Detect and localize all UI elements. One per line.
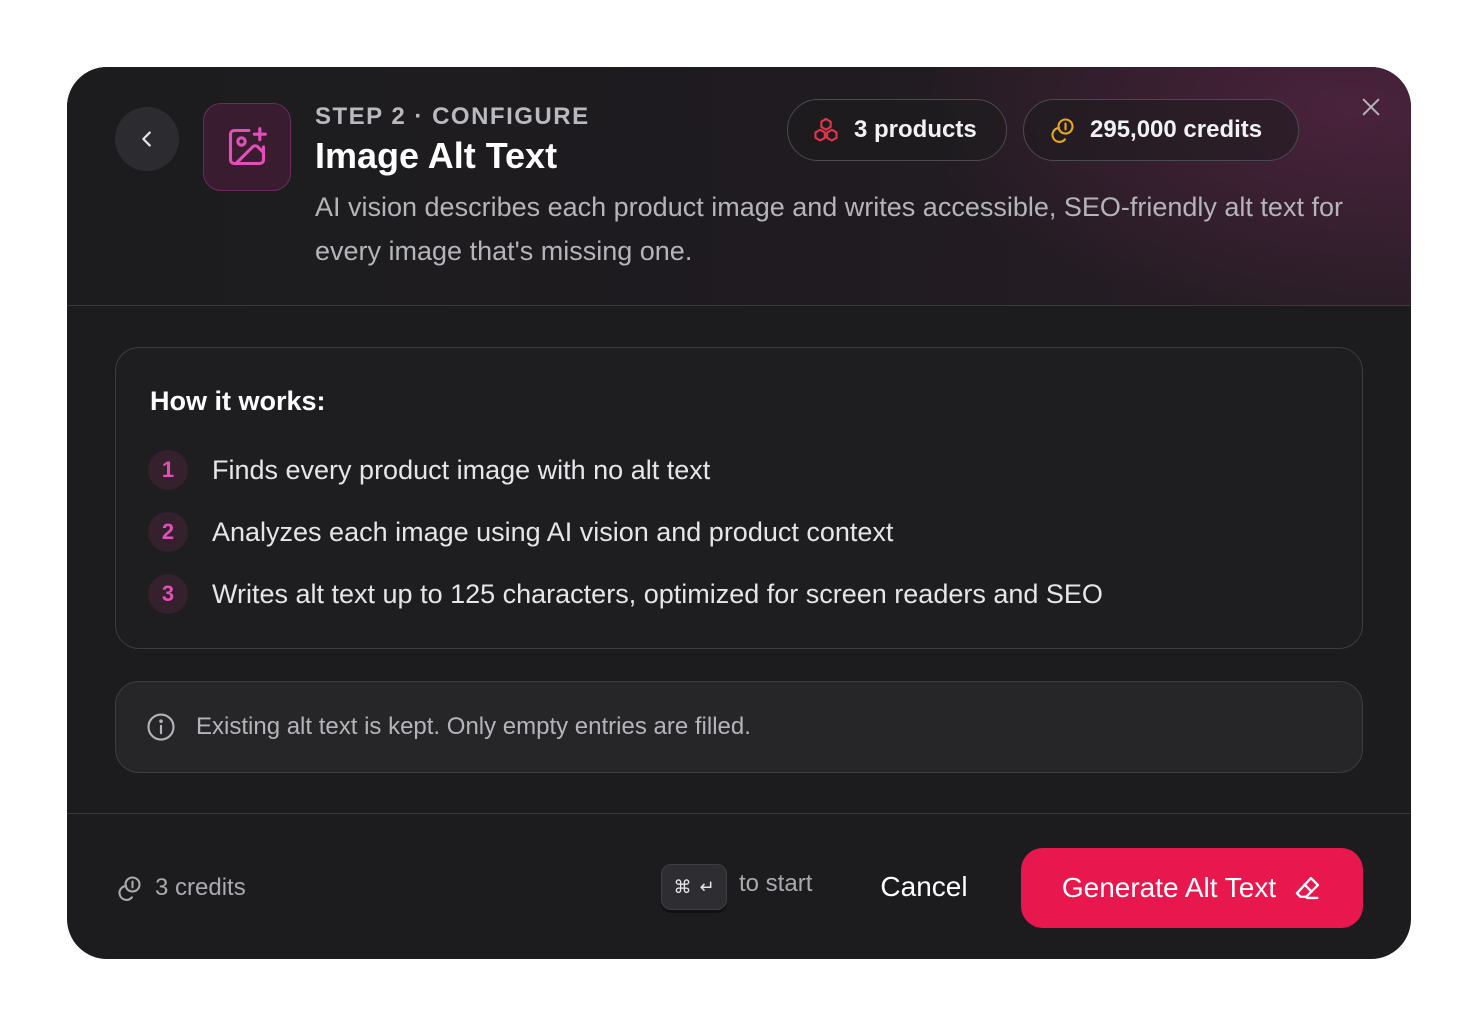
shortcut-hint: to start [739,870,813,897]
image-plus-icon [228,127,267,166]
cost-estimate: 3 credits [115,868,246,908]
alt-text-modal: STEP 2 · CONFIGURE Image Alt Text AI vis… [67,67,1411,959]
close-icon [1362,98,1380,116]
step-label: STEP 2 · CONFIGURE [315,103,590,130]
keyboard-shortcut: ⌘ ↵ [661,864,727,910]
credits-badge: 295,000 credits [1023,99,1299,161]
step-number: 2 [148,512,188,552]
how-it-works-panel: How it works: 1 Finds every product imag… [115,347,1363,649]
coins-icon [1051,118,1074,143]
info-text: Existing alt text is kept. Only empty en… [196,713,751,740]
step-text: Analyzes each image using AI vision and … [212,516,894,547]
generate-alt-text-button[interactable]: Generate Alt Text [1021,848,1363,928]
credits-balance: 295,000 credits [1090,116,1263,143]
modal-footer: 3 credits ⌘ ↵ to start Cancel Generate A… [67,813,1411,959]
feature-icon-tile [203,103,291,191]
back-button[interactable] [115,107,179,171]
eraser-icon [1295,876,1320,900]
step-text: Writes alt text up to 125 characters, op… [212,578,1103,609]
cancel-button[interactable]: Cancel [857,864,991,910]
command-key: ⌘ [673,876,692,898]
step-number: 1 [148,450,188,490]
chevron-left-icon [142,131,151,147]
how-step-2: 2 Analyzes each image using AI vision an… [148,512,893,552]
page-title: Image Alt Text [315,135,558,176]
modal-header: STEP 2 · CONFIGURE Image Alt Text AI vis… [67,67,1411,306]
how-it-works-title: How it works: [150,386,326,416]
how-step-3: 3 Writes alt text up to 125 characters, … [148,574,1103,614]
boxes-icon [814,117,838,142]
close-button[interactable] [1355,91,1387,123]
coins-icon [118,876,141,901]
products-count: 3 products [854,116,977,143]
cost-label: 3 credits [155,874,246,901]
how-step-1: 1 Finds every product image with no alt … [148,450,710,490]
info-notice: Existing alt text is kept. Only empty en… [115,681,1363,773]
generate-label: Generate Alt Text [1061,872,1277,903]
step-text: Finds every product image with no alt te… [212,454,711,485]
products-badge: 3 products [787,99,1007,161]
enter-key: ↵ [699,876,715,898]
info-icon [147,713,175,741]
step-number: 3 [148,574,188,614]
feature-description: AI vision describes each product image a… [315,192,1343,266]
